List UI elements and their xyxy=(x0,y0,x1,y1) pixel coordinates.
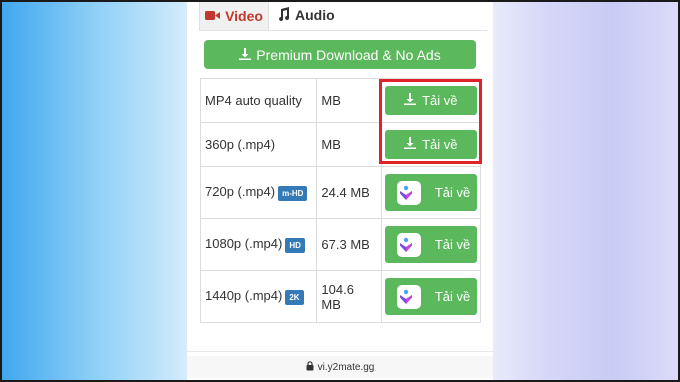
quality-badge: HD xyxy=(285,237,305,253)
download-button-label: Tải về xyxy=(434,237,471,252)
premium-download-label: Premium Download & No Ads xyxy=(256,46,441,63)
app-logo-icon xyxy=(396,232,421,257)
download-button-label: Tải về xyxy=(434,289,471,304)
app-logo-icon xyxy=(396,180,421,205)
quality-label: 360p (.mp4) xyxy=(205,137,276,152)
size-cell: 24.4 MB xyxy=(316,166,382,219)
download-button[interactable]: Tải về xyxy=(384,174,477,211)
action-cell: Tải về xyxy=(380,166,482,219)
size-cell: MB xyxy=(316,78,382,123)
video-camera-icon xyxy=(205,8,225,24)
music-note-icon xyxy=(277,6,295,24)
action-cell: Tải về xyxy=(380,270,482,323)
tab-video[interactable]: Video xyxy=(199,0,269,30)
quality-cell: 1080p (.mp4) HD xyxy=(199,218,318,271)
tab-video-label: Video xyxy=(225,7,263,24)
quality-label: 720p (.mp4) xyxy=(205,184,276,200)
quality-badge: 2K xyxy=(285,289,304,305)
quality-cell: 1440p (.mp4) 2K xyxy=(199,270,318,323)
url-text: vi.y2mate.gg xyxy=(317,361,375,373)
table-row: 720p (.mp4) m-HD 24.4 MB Tải về xyxy=(199,166,482,219)
table-row: 1080p (.mp4) HD 67.3 MB Tải về xyxy=(199,218,482,271)
tab-audio-label: Audio xyxy=(295,7,335,23)
url-bar[interactable]: vi.y2mate.gg xyxy=(187,356,493,378)
size-cell: 67.3 MB xyxy=(316,218,382,271)
highlight-box xyxy=(379,79,482,164)
quality-cell: 360p (.mp4) xyxy=(199,122,318,167)
quality-cell: MP4 auto quality xyxy=(199,78,318,123)
quality-badge: m-HD xyxy=(278,185,308,201)
app-logo-icon xyxy=(396,284,421,309)
quality-cell: 720p (.mp4) m-HD xyxy=(199,166,318,219)
table-row: 1440p (.mp4) 2K 104.6 MB Tải về xyxy=(199,270,482,323)
premium-download-button[interactable]: Premium Download & No Ads xyxy=(204,40,476,69)
size-cell: MB xyxy=(316,122,382,167)
size-cell: 104.6 MB xyxy=(316,270,382,323)
quality-label: 1080p (.mp4) xyxy=(205,236,283,252)
download-button-label: Tải về xyxy=(434,185,471,200)
divider xyxy=(187,351,493,352)
tab-audio[interactable]: Audio xyxy=(277,0,357,30)
download-panel: Video Audio Premium Download & No Ads MP… xyxy=(187,0,493,382)
quality-label: 1440p (.mp4) xyxy=(205,288,283,304)
action-cell: Tải về xyxy=(380,218,482,271)
download-icon xyxy=(239,47,256,63)
lock-icon xyxy=(306,360,318,374)
download-button[interactable]: Tải về xyxy=(384,278,477,315)
download-button[interactable]: Tải về xyxy=(384,226,477,263)
quality-label: MP4 auto quality xyxy=(205,93,302,108)
format-tabs: Video Audio xyxy=(199,0,487,31)
